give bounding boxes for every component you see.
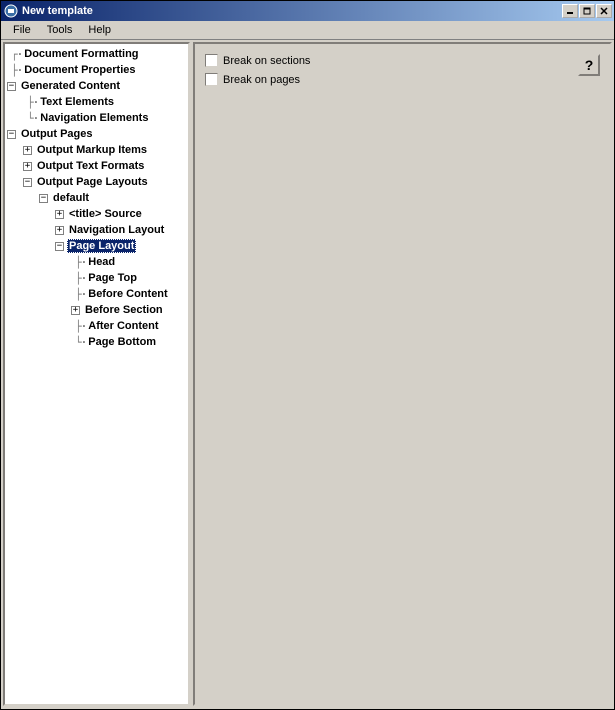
window-controls	[562, 4, 612, 18]
tree-item-default[interactable]: − default	[5, 190, 188, 206]
tree-item-page-top[interactable]: ├· Page Top	[5, 270, 188, 286]
tree-item-output-markup-items[interactable]: + Output Markup Items	[5, 142, 188, 158]
tree-item-generated-content[interactable]: − Generated Content	[5, 78, 188, 94]
window-title: New template	[22, 5, 562, 17]
tree-item-output-pages[interactable]: − Output Pages	[5, 126, 188, 142]
break-on-pages-label[interactable]: Break on pages	[223, 74, 300, 86]
minimize-button[interactable]	[562, 4, 578, 18]
maximize-button[interactable]	[579, 4, 595, 18]
break-on-sections-label[interactable]: Break on sections	[223, 55, 310, 67]
menubar: File Tools Help	[1, 21, 614, 40]
selected-tree-label: Page Layout	[67, 239, 136, 253]
expand-icon[interactable]: +	[71, 306, 80, 315]
tree-item-before-section[interactable]: + Before Section	[5, 302, 188, 318]
menu-tools[interactable]: Tools	[39, 22, 81, 38]
tree-item-text-elements[interactable]: ├· Text Elements	[5, 94, 188, 110]
collapse-icon[interactable]: −	[39, 194, 48, 203]
collapse-icon[interactable]: −	[7, 130, 16, 139]
tree-item-output-text-formats[interactable]: + Output Text Formats	[5, 158, 188, 174]
tree-item-page-layout[interactable]: − Page Layout	[5, 238, 188, 254]
break-on-pages-row: Break on pages	[205, 73, 600, 86]
collapse-icon[interactable]: −	[55, 242, 64, 251]
tree-item-navigation-layout[interactable]: + Navigation Layout	[5, 222, 188, 238]
tree-item-output-page-layouts[interactable]: − Output Page Layouts	[5, 174, 188, 190]
tree-item-title-source[interactable]: + <title> Source	[5, 206, 188, 222]
tree-item-document-formatting[interactable]: ┌· Document Formatting	[5, 46, 188, 62]
app-icon	[3, 3, 19, 19]
tree-item-document-properties[interactable]: ├· Document Properties	[5, 62, 188, 78]
break-on-sections-row: Break on sections	[205, 54, 600, 67]
close-button[interactable]	[596, 4, 612, 18]
help-button[interactable]: ?	[578, 54, 600, 76]
break-on-pages-checkbox[interactable]	[205, 73, 218, 86]
tree-item-navigation-elements[interactable]: └· Navigation Elements	[5, 110, 188, 126]
collapse-icon[interactable]: −	[7, 82, 16, 91]
break-on-sections-checkbox[interactable]	[205, 54, 218, 67]
tree-item-after-content[interactable]: ├· After Content	[5, 318, 188, 334]
menu-help[interactable]: Help	[80, 22, 119, 38]
expand-icon[interactable]: +	[23, 146, 32, 155]
tree-panel: ┌· Document Formatting ├· Document Prope…	[3, 42, 190, 706]
menu-file[interactable]: File	[5, 22, 39, 38]
expand-icon[interactable]: +	[23, 162, 32, 171]
collapse-icon[interactable]: −	[23, 178, 32, 187]
tree-item-before-content[interactable]: ├· Before Content	[5, 286, 188, 302]
expand-icon[interactable]: +	[55, 226, 64, 235]
properties-panel: Break on sections Break on pages ?	[193, 42, 612, 706]
tree-item-head[interactable]: ├· Head	[5, 254, 188, 270]
titlebar: New template	[1, 1, 614, 21]
expand-icon[interactable]: +	[55, 210, 64, 219]
tree-item-page-bottom[interactable]: └· Page Bottom	[5, 334, 188, 350]
